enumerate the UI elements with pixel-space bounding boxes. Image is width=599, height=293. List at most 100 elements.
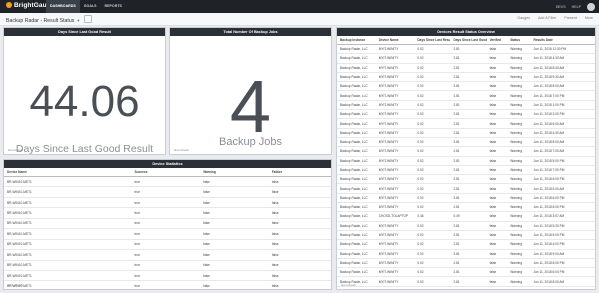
column-header[interactable]: Results Date [530, 36, 595, 45]
table-cell: 2.81 [450, 267, 487, 278]
gauges-button[interactable]: Gauges [517, 16, 530, 20]
table-cell: 0.02 [414, 100, 451, 111]
table-cell: false [268, 186, 331, 198]
table-row[interactable]: Backup Radar, LLC MYIT-WINITY 0.02 2.81 fals… [337, 137, 595, 148]
table-row[interactable]: Backup Radar, LLC MYIT-WINITY 0.02 2.81 fals… [337, 239, 595, 250]
table-row[interactable]: Backup Radar, LLC MYIT-WINITY 0.02 2.81 fals… [337, 230, 595, 241]
table-cell: false [200, 239, 269, 251]
table-row[interactable]: Backup Radar, LLC MYIT-WINITY 0.02 2.81 fals… [337, 249, 595, 259]
column-header[interactable]: Days Since Last Good Result [450, 36, 487, 45]
column-header[interactable]: Backup Instance [337, 36, 376, 45]
table-row[interactable]: Backup Radar, LLC MYIT-WINITY 0.02 2.81 fals… [337, 276, 595, 287]
table-cell: false [268, 218, 331, 230]
result-status-panel[interactable]: Devices Result Status Overview Backup In… [336, 27, 596, 290]
column-header[interactable]: Warning [200, 168, 269, 177]
table-cell: Jun 11, 2018 8:00 AM [530, 137, 595, 148]
column-header[interactable]: Verified [486, 36, 508, 45]
table-row[interactable]: Backup Radar, LLC MYIT-WINITY 0.02 2.81 fals… [337, 165, 595, 176]
table-row[interactable]: Backup Radar, LLC MYIT-WINITY 0.02 2.81 fals… [337, 44, 595, 55]
table-row[interactable]: Backup Radar, LLC MYIT-WINITY 0.02 2.81 fals… [337, 156, 595, 166]
table-row[interactable]: BR-WIN10-MET1 true false false [4, 197, 331, 209]
table-cell: Backup Radar, LLC [337, 258, 376, 269]
table-cell: false [200, 186, 269, 198]
table-cell: 0.02 [414, 193, 451, 204]
table-row[interactable]: Backup Radar, LLC MYIT-WINITY 0.02 2.81 fals… [337, 53, 595, 64]
table-row[interactable]: Backup Radar, LLC MYIT-WINITY 0.02 2.81 fals… [337, 202, 595, 213]
table-row[interactable]: BR-WIN10-MET1 true false false [4, 228, 331, 240]
table-cell: 2.81 [450, 258, 487, 269]
gauge-total-backup-jobs[interactable]: Total Number Of Backup Jobs 4 Backup Job… [169, 27, 332, 155]
table-row[interactable]: Backup Radar, LLC MYIT-WINITY 0.02 2.81 fals… [337, 183, 595, 194]
table-cell: MYIT-WINITY [375, 221, 415, 231]
help-menu[interactable]: HELP [572, 5, 581, 9]
table-cell: Backup Radar, LLC [337, 81, 376, 92]
table-row[interactable]: Backup Radar, LLC MYIT-WINITY 0.02 2.81 fals… [337, 100, 595, 111]
table-row[interactable]: BR-WIN10-MET1 true false false [4, 270, 331, 282]
table-cell: BR-WIN10-MET1 [4, 249, 132, 261]
table-cell: BR-WIN10-MET1 [4, 280, 132, 289]
table-cell: MYIT-WINITY [375, 137, 415, 148]
table-cell: Warning [507, 137, 531, 148]
column-header[interactable]: Success [131, 168, 201, 177]
user-avatar[interactable] [587, 2, 595, 11]
table-row[interactable]: Backup Radar, LLC MYIT-WINITY 0.02 2.81 fals… [337, 118, 595, 129]
table-cell: Backup Radar, LLC [337, 230, 376, 241]
table-row[interactable]: BR-WIN10-MET1 true false false [4, 280, 331, 289]
column-header[interactable]: Device Name [4, 168, 132, 177]
table-row[interactable]: Backup Radar, LLC MYIT-WINITY 0.02 2.81 fals… [337, 63, 595, 73]
column-header[interactable]: Status [507, 36, 531, 45]
add-filter-button[interactable]: Add A Filter [538, 16, 556, 20]
table-row[interactable]: Backup Radar, LLC MYIT-WINITY 0.02 2.81 fals… [337, 81, 595, 92]
table-cell: Jun 11, 2018 8:00 AM [530, 81, 595, 92]
table-row[interactable]: Backup Radar, LLC MYIT-WINITY 0.02 2.81 fals… [337, 258, 595, 269]
table-cell: true [131, 228, 201, 240]
devs-menu[interactable]: DEVS [556, 5, 566, 9]
table-cell: 2.81 [450, 137, 487, 148]
favorite-checkbox[interactable] [84, 15, 93, 23]
table-cell: 0.02 [414, 276, 451, 287]
nav-reports[interactable]: REPORTS [101, 0, 126, 13]
column-header[interactable]: Failure [268, 168, 331, 177]
table-cell: Jun 11, 2018 6:00 PM [530, 193, 595, 204]
nav-dashboards[interactable]: DASHBOARDS [46, 0, 80, 13]
main-nav: DASHBOARDS GOALS REPORTS [46, 0, 126, 13]
table-row[interactable]: Backup Radar, LLC MYIT-WINITY 0.02 2.81 fals… [337, 193, 595, 204]
table-cell: Warning [507, 146, 531, 157]
table-row[interactable]: Backup Radar, LLC MYIT-WINITY 0.02 2.81 fals… [337, 221, 595, 231]
table-cell: Jun 11, 2018 6:00 PM [530, 258, 595, 269]
nav-goals[interactable]: GOALS [80, 0, 101, 13]
gauge-days-since-good-result[interactable]: Days Since Last Good Result 44.06 Days S… [3, 27, 166, 155]
device-statistics-panel[interactable]: Device Statistics Device Name Success Wa… [3, 159, 332, 290]
table-cell: false [486, 72, 508, 83]
table-row[interactable]: BR-WIN10-MET1 true false false [4, 260, 331, 271]
table-row[interactable]: Backup Radar, LLC CHOSD-TOLAPTOP 0.46 0.49 f… [337, 211, 595, 222]
table-cell: false [268, 239, 331, 251]
table-cell: false [268, 260, 331, 271]
table-row[interactable]: Backup Radar, LLC MYIT-WINITY 0.02 2.81 fals… [337, 128, 595, 138]
table-row[interactable]: BR-WIN10-MET1 true false false [4, 176, 331, 188]
table-row[interactable]: Backup Radar, LLC MYIT-WINITY 0.02 2.81 fals… [337, 146, 595, 157]
table-cell: 0.02 [414, 146, 451, 157]
table-cell: false [486, 239, 508, 250]
table-cell: Backup Radar, LLC [337, 211, 376, 222]
table-row[interactable]: Backup Radar, LLC MYIT-WINITY 0.02 2.81 fals… [337, 174, 595, 185]
table-row[interactable]: Backup Radar, LLC MYIT-WINITY 0.02 2.81 fals… [337, 72, 595, 83]
table-row[interactable]: Backup Radar, LLC MYIT-WINITY 0.02 2.81 fals… [337, 267, 595, 278]
table-cell: false [486, 100, 508, 111]
table-row[interactable]: Backup Radar, LLC MYIT-WINITY 0.02 2.81 fals… [337, 90, 595, 101]
column-header[interactable]: Days Since Last Result [414, 36, 451, 45]
dashboard-selector[interactable]: Backup Radar - Result Status ▼ [6, 15, 93, 24]
table-row[interactable]: BR-WIN10-MET1 true false false [4, 207, 331, 219]
table-cell: Jun 11, 2018 9:30 AM [530, 72, 595, 83]
table-row[interactable]: Backup Radar, LLC MYIT-WINITY 0.02 2.81 fals… [337, 109, 595, 120]
table-cell: false [486, 146, 508, 157]
table-row[interactable]: BR-WIN10-MET1 true false false [4, 218, 331, 230]
present-button[interactable]: Present [564, 16, 576, 20]
more-button[interactable]: More [585, 16, 593, 20]
table-row[interactable]: BR-WIN10-MET1 true false false [4, 249, 331, 261]
table-cell: BR-WIN10-MET1 [4, 186, 132, 198]
table-row[interactable]: BR-WIN10-MET1 true false false [4, 186, 331, 198]
table-cell: true [131, 197, 201, 209]
column-header[interactable]: Device Name [375, 36, 415, 45]
table-row[interactable]: BR-WIN10-MET1 true false false [4, 239, 331, 251]
